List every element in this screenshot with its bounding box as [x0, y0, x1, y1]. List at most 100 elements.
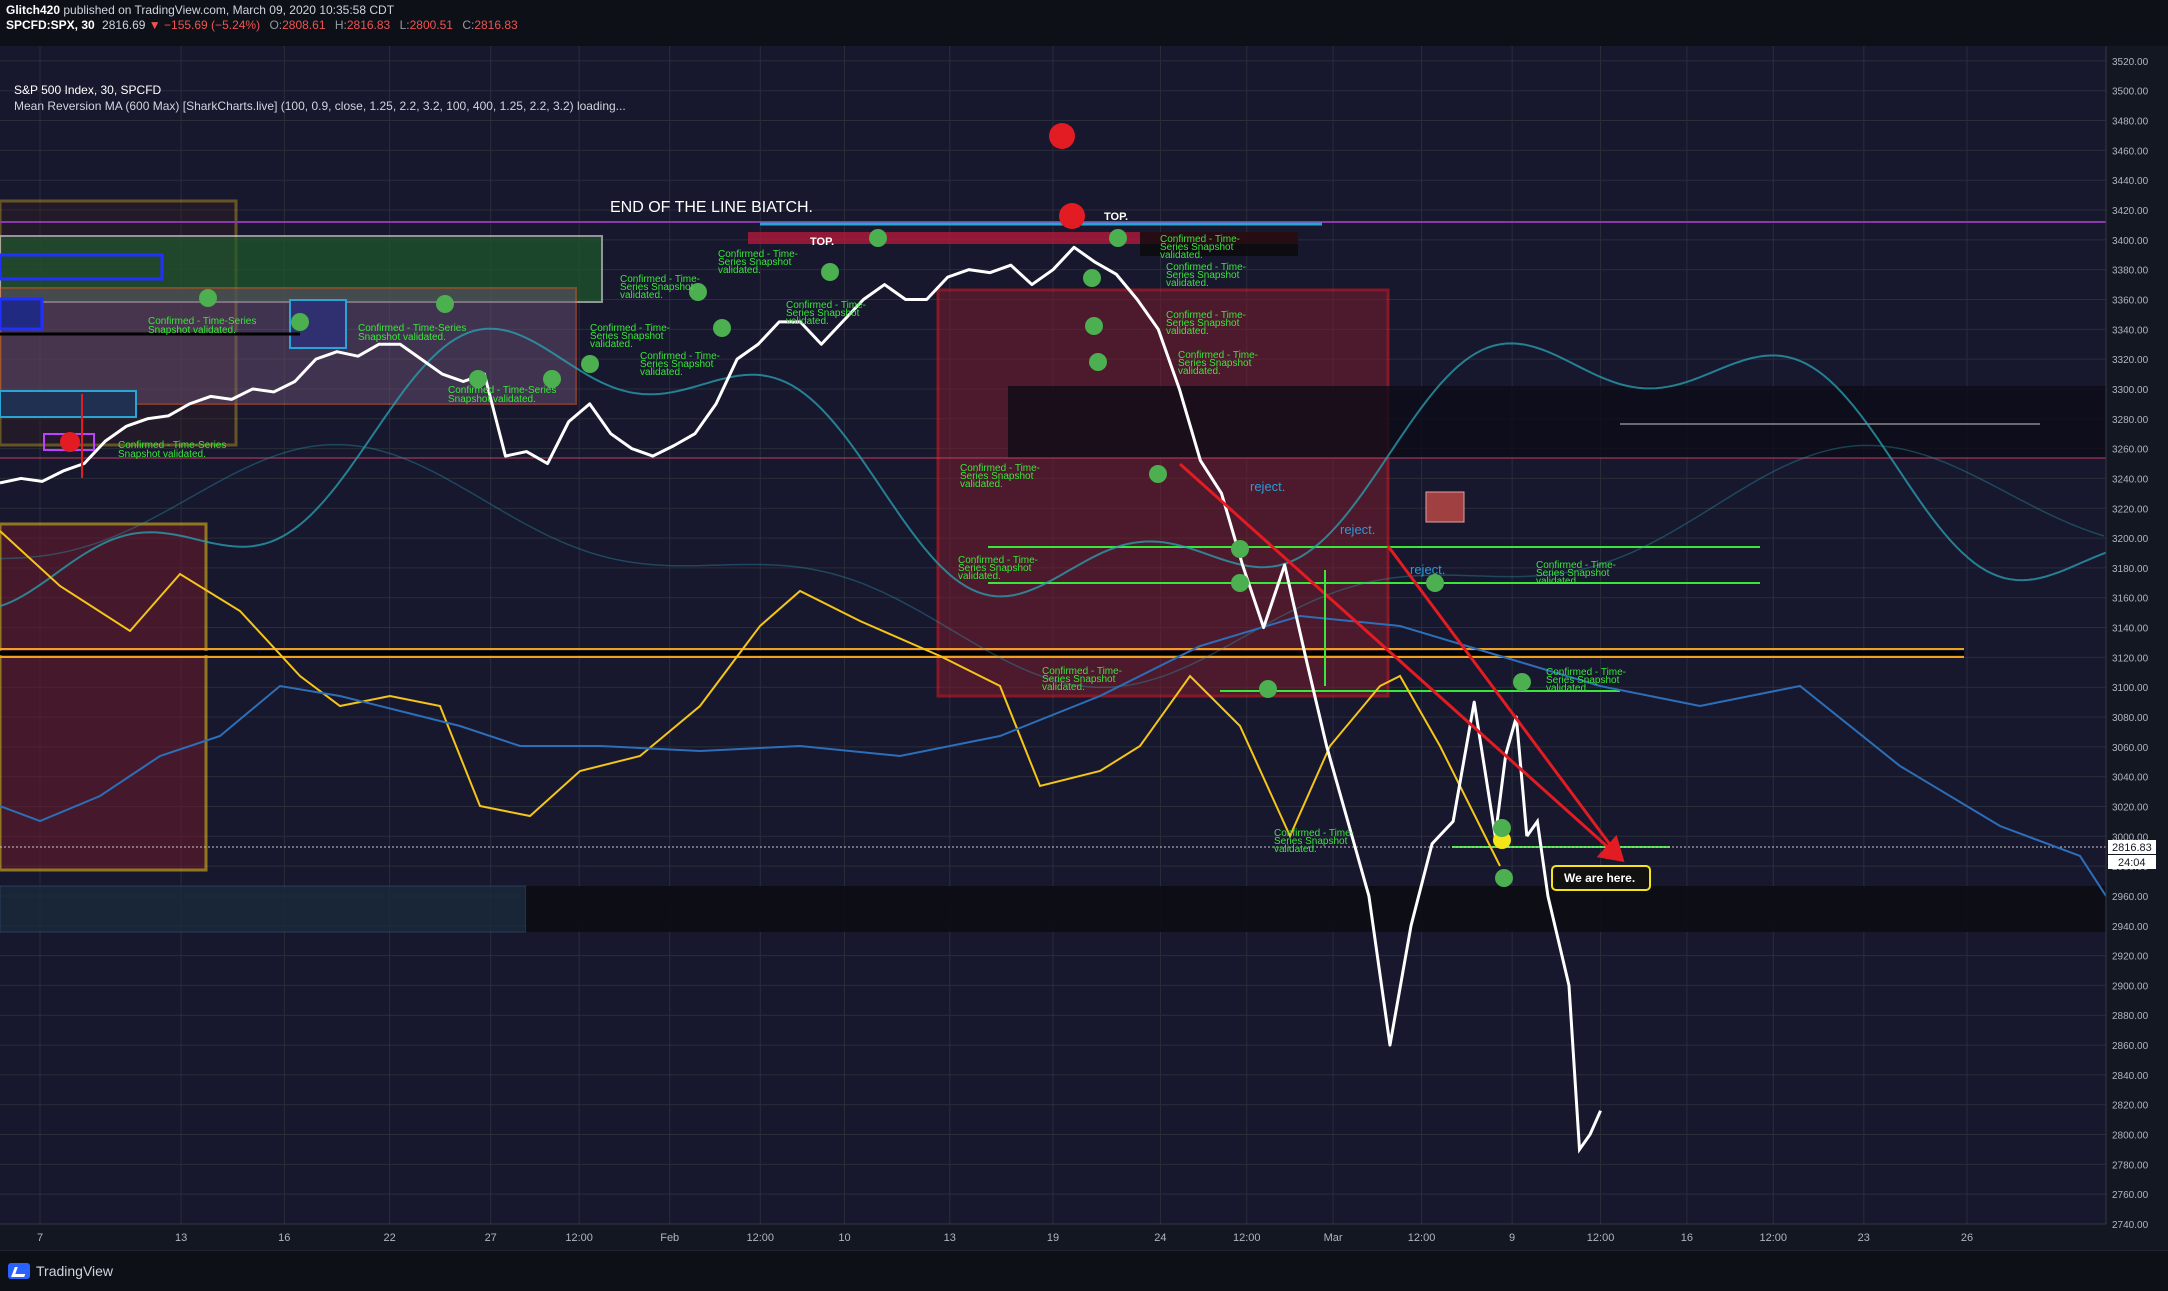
time-tick-label: 12:00: [747, 1232, 775, 1244]
low-label: L:: [399, 18, 410, 32]
reject-box: [1425, 491, 1465, 523]
time-tick-label: 10: [838, 1232, 850, 1244]
legend-symbol: S&P 500 Index, 30, SPCFD: [14, 83, 162, 97]
top-label-2: TOP.: [810, 236, 834, 248]
tradingview-logo[interactable]: TradingView: [8, 1263, 113, 1279]
check-icon: [1493, 819, 1511, 837]
brand-name: TradingView: [36, 1263, 114, 1279]
top-marker-icon: [1049, 123, 1075, 149]
tradingview-icon: [8, 1263, 30, 1279]
reject-label-2: reject.: [1340, 522, 1375, 537]
price-tick-label: 2860.00: [2112, 1041, 2149, 1052]
confirmation-text: validated.: [1166, 326, 1209, 337]
confirmation-text: Snapshot validated.: [358, 332, 446, 343]
price-tick-label: 3040.00: [2112, 773, 2149, 784]
price-tick-label: 3300.00: [2112, 385, 2149, 396]
reject-label-1: reject.: [1250, 479, 1285, 494]
price-tick-label: 2960.00: [2112, 892, 2149, 903]
check-icon: [821, 263, 839, 281]
check-icon: [1089, 353, 1107, 371]
confirmation-text: validated.: [620, 290, 663, 301]
dark-zone: [1008, 386, 2106, 458]
price-tick-label: 3260.00: [2112, 445, 2149, 456]
price-tick-label: 3160.00: [2112, 594, 2149, 605]
confirmation-text: validated.: [718, 265, 761, 276]
check-icon: [291, 313, 309, 331]
check-icon: [199, 289, 217, 307]
confirmation-text: validated.: [1160, 250, 1203, 261]
time-tick-label: 26: [1961, 1232, 1973, 1244]
bottom-zone-left: [0, 885, 527, 933]
check-icon: [869, 229, 887, 247]
low-value: 2800.51: [409, 18, 453, 32]
confirmation-text: validated.: [786, 316, 829, 327]
time-tick-label: 27: [485, 1232, 497, 1244]
confirmation-text: validated.: [640, 367, 683, 378]
check-icon: [1495, 869, 1513, 887]
price-tick-label: 3060.00: [2112, 743, 2149, 754]
price-change: −155.69 (−5.24%): [164, 18, 261, 32]
confirmation-text: validated.: [1536, 576, 1579, 587]
time-tick-label: 23: [1858, 1232, 1870, 1244]
price-tick-label: 3380.00: [2112, 266, 2149, 277]
price-tick-label: 3360.00: [2112, 295, 2149, 306]
time-tick-label: 16: [1681, 1232, 1693, 1244]
price-tick-label: 3440.00: [2112, 176, 2149, 187]
top-marker-icon-2: [1059, 203, 1085, 229]
time-tick-label: 12:00: [1408, 1232, 1436, 1244]
price-tick-label: 3100.00: [2112, 683, 2149, 694]
check-icon: [1513, 673, 1531, 691]
blue-box-small: [0, 297, 44, 331]
publish-info: published on TradingView.com, March 09, …: [63, 3, 395, 17]
check-icon: [1231, 540, 1249, 558]
red-zone: [936, 288, 1390, 698]
price-tick-label: 3220.00: [2112, 504, 2149, 515]
check-icon: [1259, 680, 1277, 698]
confirmation-text: Snapshot validated.: [448, 394, 536, 405]
confirmation-text: Snapshot validated.: [148, 325, 236, 336]
reject-label-3: reject.: [1410, 562, 1445, 577]
price-tick-label: 3520.00: [2112, 57, 2149, 68]
time-tick-label: Feb: [660, 1232, 679, 1244]
price-tick-label: 2780.00: [2112, 1160, 2149, 1171]
price-tick-label: 2740.00: [2112, 1220, 2149, 1231]
price-tick-label: 3280.00: [2112, 415, 2149, 426]
time-tick-label: 7: [37, 1232, 43, 1244]
top-label-1: TOP.: [1104, 211, 1128, 223]
price-tick-label: 2940.00: [2112, 922, 2149, 933]
chart-page: Glitch420 published on TradingView.com, …: [0, 0, 2168, 1291]
symbol-label: SPCFD:SPX, 30: [6, 18, 95, 32]
price-tick-label: 3200.00: [2112, 534, 2149, 545]
author-name[interactable]: Glitch420: [6, 3, 60, 17]
check-icon: [581, 355, 599, 373]
price-chart[interactable]: END OF THE LINE BIATCH. TOP. TOP. reject…: [0, 46, 2168, 1250]
last-price: 2816.69: [102, 18, 146, 32]
price-tick-label: 2880.00: [2112, 1011, 2149, 1022]
bottom-marker-icon: [60, 432, 80, 452]
close-value: 2816.83: [474, 18, 518, 32]
time-tick-label: 16: [278, 1232, 290, 1244]
price-tick-label: 3020.00: [2112, 802, 2149, 813]
price-axis[interactable]: [2106, 46, 2168, 1250]
price-tick-label: 3460.00: [2112, 146, 2149, 157]
close-label: C:: [462, 18, 475, 32]
price-tick-label: 2800.00: [2112, 1131, 2149, 1142]
price-tick-label: 3400.00: [2112, 236, 2149, 247]
price-tick-label: 2920.00: [2112, 952, 2149, 963]
time-tick-label: 9: [1509, 1232, 1515, 1244]
chart-title: END OF THE LINE BIATCH.: [610, 199, 813, 216]
confirmation-text: validated.: [1546, 683, 1589, 694]
price-tick-label: 2900.00: [2112, 981, 2149, 992]
check-icon: [1083, 269, 1101, 287]
time-tick-label: 19: [1047, 1232, 1059, 1244]
price-tick-label: 2760.00: [2112, 1190, 2149, 1201]
check-icon: [1109, 229, 1127, 247]
time-tick-label: 13: [175, 1232, 187, 1244]
legend-indicator[interactable]: Mean Reversion MA (600 Max) [SharkCharts…: [14, 99, 626, 113]
time-tick-label: Mar: [1324, 1232, 1343, 1244]
high-label: H:: [334, 18, 347, 32]
confirmation-text: validated.: [1042, 682, 1085, 693]
time-tick-label: 24: [1154, 1232, 1166, 1244]
time-tick-label: 22: [383, 1232, 395, 1244]
we-are-here-label: We are here.: [1564, 871, 1635, 885]
